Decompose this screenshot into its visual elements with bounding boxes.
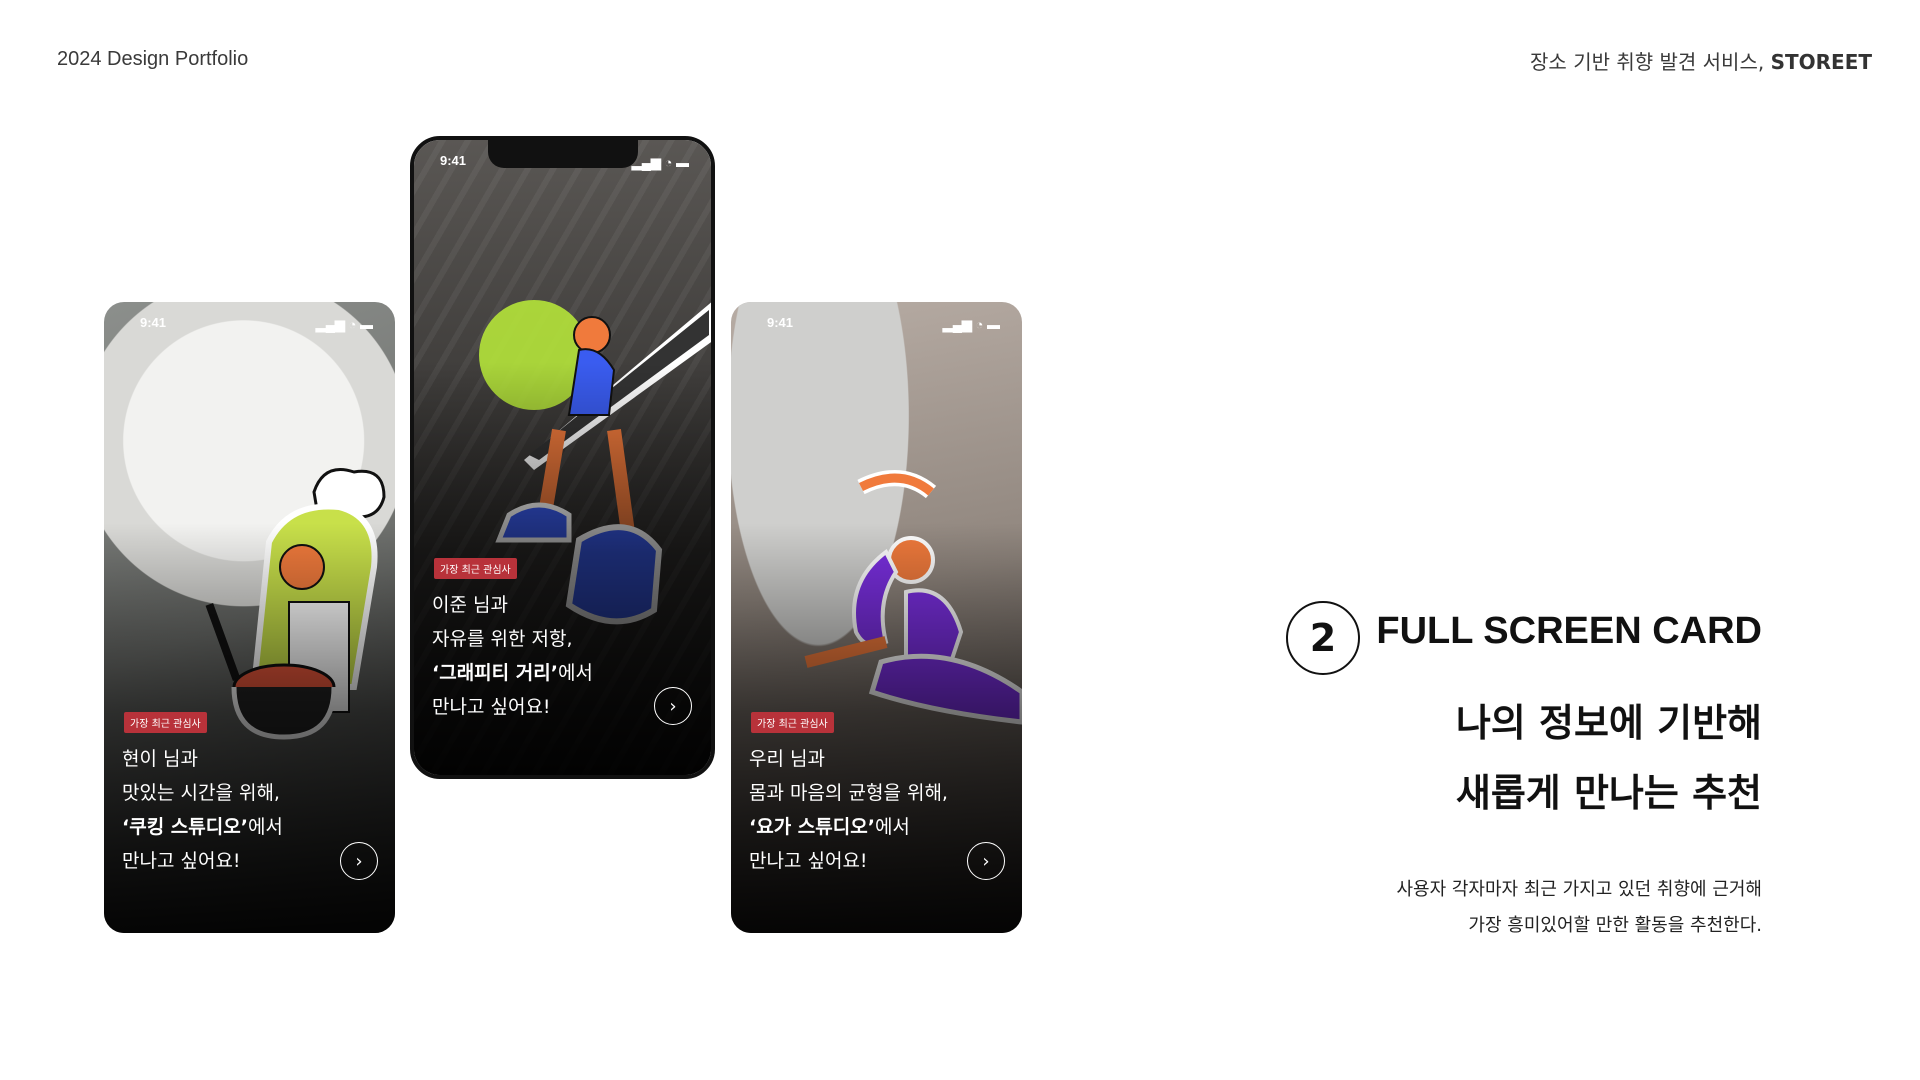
place-name: ‘쿠킹 스튜디오’ [122,816,248,838]
portfolio-label: 2024 Design Portfolio [57,48,249,70]
subtitle-line-2: 새롭게 만나는 추천 [1455,771,1762,815]
place-suffix: 에서 [247,816,283,838]
signal-wifi-battery-icon: ▂▄▆ ◔ ▬ [631,155,689,170]
next-arrow-button[interactable]: › [340,842,378,880]
message-line: 맛있는 시간을 위해, [122,782,280,804]
interest-badge: 가장 최근 관심사 [751,712,834,733]
place-line: ‘요가 스튜디오’에서 [749,810,948,844]
place-line: ‘그래피티 거리’에서 [432,656,593,690]
message-line: 몸과 마음의 균형을 위해, [749,782,948,804]
message-end: 만나고 싶어요! [122,850,241,872]
feature-description: 사용자 각자마자 최근 가지고 있던 취향에 근거해 가장 흥미있어할 만한 활… [1396,872,1762,944]
phone-card-graffiti: 9:41 ▂▄▆ ◔ ▬ 가장 최근 관심사 이준 님과 자유를 위한 저항, … [410,136,715,779]
friend-name: 이준 님과 [432,594,508,616]
status-time: 9:41 [767,315,794,330]
description-line-1: 사용자 각자마자 최근 가지고 있던 취향에 근거해 [1396,879,1762,900]
interest-badge: 가장 최근 관심사 [434,558,517,579]
place-suffix: 에서 [874,816,910,838]
message-end: 만나고 싶어요! [749,850,868,872]
next-arrow-button[interactable]: › [967,842,1005,880]
phone-card-cooking: 9:41 ▂▄▆ ◔ ▬ 가장 최근 관심사 현이 님과 맛있는 시간을 위해,… [104,302,395,933]
friend-name: 현이 님과 [122,748,198,770]
signal-wifi-battery-icon: ▂▄▆ ◔ ▬ [315,317,373,332]
place-name: ‘요가 스튜디오’ [749,816,875,838]
chevron-right-icon: › [982,850,990,872]
feature-subtitle: 나의 정보에 기반해 새롭게 만나는 추천 [1456,688,1762,828]
chevron-right-icon: › [355,850,363,872]
status-time: 9:41 [140,315,167,330]
card-message: 현이 님과 맛있는 시간을 위해, ‘쿠킹 스튜디오’에서 만나고 싶어요! [122,742,283,878]
feature-number: 2 [1286,601,1360,675]
feature-title: FULL SCREEN CARD [1376,610,1762,652]
status-bar: 9:41 ▂▄▆ ◔ ▬ [731,312,1022,332]
place-line: ‘쿠킹 스튜디오’에서 [122,810,283,844]
message-line: 자유를 위한 저항, [432,628,573,650]
place-suffix: 에서 [557,662,593,684]
signal-wifi-battery-icon: ▂▄▆ ◔ ▬ [942,317,1000,332]
phone-notch [487,140,638,168]
status-bar: 9:41 ▂▄▆ ◔ ▬ [104,312,395,332]
phone-card-yoga: 9:41 ▂▄▆ ◔ ▬ 가장 최근 관심사 우리 님과 몸과 마음의 균형을 … [731,302,1022,933]
description-line-2: 가장 흥미있어할 만한 활동을 추천한다. [1468,915,1762,936]
brand-name: STOREET [1770,50,1872,74]
card-message: 우리 님과 몸과 마음의 균형을 위해, ‘요가 스튜디오’에서 만나고 싶어요… [749,742,948,878]
friend-name: 우리 님과 [749,748,825,770]
interest-badge: 가장 최근 관심사 [124,712,207,733]
service-description: 장소 기반 취향 발견 서비스, [1530,50,1771,74]
place-name: ‘그래피티 거리’ [432,662,558,684]
status-time: 9:41 [440,153,467,168]
next-arrow-button[interactable]: › [654,687,692,725]
subtitle-line-1: 나의 정보에 기반해 [1455,701,1762,745]
service-label: 장소 기반 취향 발견 서비스, STOREET [1530,46,1872,75]
message-end: 만나고 싶어요! [432,696,551,718]
card-message: 이준 님과 자유를 위한 저항, ‘그래피티 거리’에서 만나고 싶어요! [432,588,593,724]
chevron-right-icon: › [669,695,677,717]
